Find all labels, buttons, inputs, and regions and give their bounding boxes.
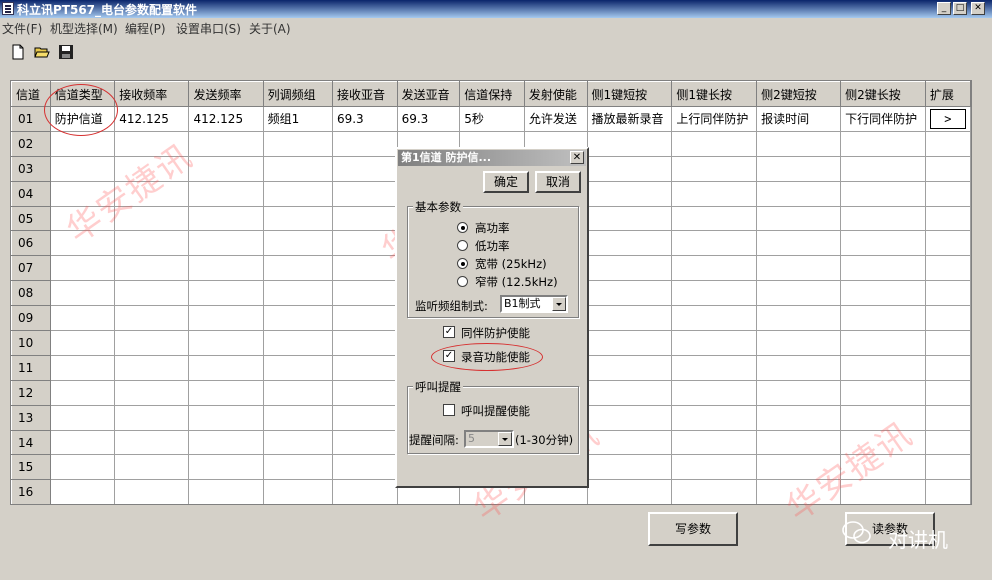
monitor-mode-select[interactable]: B1制式 bbox=[500, 295, 568, 313]
menu-program[interactable]: 编程(P) bbox=[125, 20, 166, 37]
col-header-tx-freq[interactable]: 发送频率 bbox=[188, 81, 264, 107]
chat-bubble-icon bbox=[842, 521, 871, 544]
companion-label: 同伴防护使能 bbox=[461, 326, 530, 340]
window-title: 科立讯PT567_电台参数配置软件 bbox=[17, 3, 198, 17]
col-header-side1-short[interactable]: 侧1键短按 bbox=[586, 81, 673, 107]
cell-rx-tone[interactable]: 69.3 bbox=[331, 106, 398, 132]
col-header-rx-tone[interactable]: 接收亚音 bbox=[331, 81, 398, 107]
close-button[interactable]: ✕ bbox=[971, 2, 985, 15]
narrow-band-radio[interactable] bbox=[457, 276, 468, 287]
badge-label: 对讲机 bbox=[888, 528, 948, 552]
table-header-row: 信道 信道类型 接收频率 发送频率 列调频组 接收亚音 发送亚音 信道保持 发射… bbox=[11, 81, 971, 107]
dialog-title-bar: 第1信道 防护信... ✕ bbox=[398, 150, 586, 166]
col-header-tx-enable[interactable]: 发射使能 bbox=[523, 81, 588, 107]
cell-side2-long[interactable]: 下行同伴防护 bbox=[840, 106, 926, 132]
row-number[interactable]: 12 bbox=[11, 379, 51, 406]
companion-checkbox[interactable]: ✓ bbox=[443, 326, 455, 338]
dialog-title: 第1信道 防护信... bbox=[401, 151, 492, 164]
row-number[interactable]: 07 bbox=[11, 255, 51, 282]
cell-extend[interactable]: > bbox=[924, 106, 971, 132]
interval-input[interactable]: 5 bbox=[464, 430, 514, 448]
monitor-mode-value: B1制式 bbox=[504, 297, 541, 310]
col-header-side1-long[interactable]: 侧1键长按 bbox=[671, 81, 758, 107]
col-header-type[interactable]: 信道类型 bbox=[49, 81, 116, 107]
menu-port[interactable]: 设置串口(S) bbox=[176, 20, 241, 37]
badge: 对讲机 bbox=[842, 512, 962, 556]
menu-about[interactable]: 关于(A) bbox=[249, 20, 291, 37]
row-number[interactable]: 15 bbox=[11, 454, 51, 481]
row-number[interactable]: 10 bbox=[11, 330, 51, 356]
cell-group[interactable]: 频组1 bbox=[262, 106, 333, 132]
cell-rx-freq[interactable]: 412.125 bbox=[114, 106, 190, 132]
chevron-down-icon[interactable] bbox=[552, 297, 566, 311]
row-number[interactable]: 05 bbox=[11, 205, 51, 232]
row-number[interactable]: 04 bbox=[11, 180, 51, 207]
col-header-group[interactable]: 列调频组 bbox=[262, 81, 333, 107]
maximize-button[interactable]: □ bbox=[953, 2, 967, 15]
cell-tx-enable[interactable]: 允许发送 bbox=[523, 106, 588, 132]
col-header-hold[interactable]: 信道保持 bbox=[459, 81, 525, 107]
cell-hold[interactable]: 5秒 bbox=[459, 106, 525, 132]
record-label: 录音功能使能 bbox=[461, 350, 530, 364]
menu-file[interactable]: 文件(F) bbox=[2, 20, 42, 37]
save-icon[interactable] bbox=[58, 44, 74, 60]
row-number[interactable]: 13 bbox=[11, 404, 51, 431]
call-reminder-enable-label: 呼叫提醒使能 bbox=[461, 404, 530, 418]
col-header-tx-tone[interactable]: 发送亚音 bbox=[396, 81, 461, 107]
col-header-extend[interactable]: 扩展 bbox=[924, 81, 971, 107]
spin-icon[interactable] bbox=[498, 432, 512, 446]
low-power-label: 低功率 bbox=[475, 239, 510, 253]
col-header-side2-short[interactable]: 侧2键短按 bbox=[756, 81, 842, 107]
row-number[interactable]: 01 bbox=[11, 106, 51, 132]
interval-label: 提醒间隔: bbox=[409, 433, 459, 447]
channel-dialog: 第1信道 防护信... ✕ 确定 取消 基本参数 高功率 低功率 宽带 (25k… bbox=[395, 147, 589, 488]
ok-button[interactable]: 确定 bbox=[483, 171, 529, 193]
call-reminder-checkbox[interactable] bbox=[443, 404, 455, 416]
high-power-radio[interactable] bbox=[457, 222, 468, 233]
call-reminder-label: 呼叫提醒 bbox=[413, 379, 463, 395]
new-file-icon[interactable] bbox=[10, 44, 26, 60]
row-number[interactable]: 14 bbox=[11, 429, 51, 456]
basic-params-label: 基本参数 bbox=[413, 199, 463, 215]
high-power-label: 高功率 bbox=[475, 221, 510, 235]
menu-bar: 文件(F) 机型选择(M) 编程(P) 设置串口(S) 关于(A) bbox=[0, 19, 992, 37]
extend-button[interactable]: > bbox=[929, 108, 966, 129]
col-header-rx-freq[interactable]: 接收频率 bbox=[114, 81, 190, 107]
col-header-channel[interactable]: 信道 bbox=[11, 81, 51, 107]
menu-model[interactable]: 机型选择(M) bbox=[50, 20, 118, 37]
row-number[interactable]: 16 bbox=[11, 479, 51, 504]
record-checkbox[interactable]: ✓ bbox=[443, 350, 455, 362]
low-power-radio[interactable] bbox=[457, 240, 468, 251]
open-folder-icon[interactable] bbox=[34, 44, 50, 60]
cell-side1-short[interactable]: 播放最新录音 bbox=[586, 106, 673, 132]
col-header-side2-long[interactable]: 侧2键长按 bbox=[840, 81, 926, 107]
app-icon bbox=[2, 2, 14, 15]
wide-band-radio[interactable] bbox=[457, 258, 468, 269]
cancel-button[interactable]: 取消 bbox=[535, 171, 581, 193]
row-number[interactable]: 06 bbox=[11, 230, 51, 257]
interval-range-label: (1-30分钟) bbox=[515, 433, 574, 447]
monitor-mode-label: 监听频组制式: bbox=[415, 299, 488, 313]
interval-value: 5 bbox=[468, 432, 475, 445]
cell-type[interactable]: 防护信道 bbox=[49, 106, 116, 132]
cell-tx-freq[interactable]: 412.125 bbox=[188, 106, 264, 132]
cell-side1-long[interactable]: 上行同伴防护 bbox=[671, 106, 758, 132]
row-number[interactable]: 03 bbox=[11, 155, 51, 182]
narrow-band-label: 窄带 (12.5kHz) bbox=[475, 275, 558, 289]
row-number[interactable]: 08 bbox=[11, 280, 51, 307]
toolbar bbox=[0, 40, 992, 66]
cell-side2-short[interactable]: 报读时间 bbox=[756, 106, 842, 132]
cell-tx-tone[interactable]: 69.3 bbox=[396, 106, 461, 132]
dialog-close-button[interactable]: ✕ bbox=[570, 151, 584, 164]
wide-band-label: 宽带 (25kHz) bbox=[475, 257, 547, 271]
write-params-button[interactable]: 写参数 bbox=[648, 512, 738, 546]
table-row[interactable]: 01 防护信道 412.125 412.125 频组1 69.3 69.3 5秒… bbox=[11, 106, 971, 132]
row-number[interactable]: 11 bbox=[11, 354, 51, 381]
row-number[interactable]: 09 bbox=[11, 305, 51, 332]
minimize-button[interactable]: _ bbox=[937, 2, 951, 15]
row-number[interactable]: 02 bbox=[11, 130, 51, 157]
title-bar: 科立讯PT567_电台参数配置软件 _ □ ✕ bbox=[0, 0, 992, 18]
